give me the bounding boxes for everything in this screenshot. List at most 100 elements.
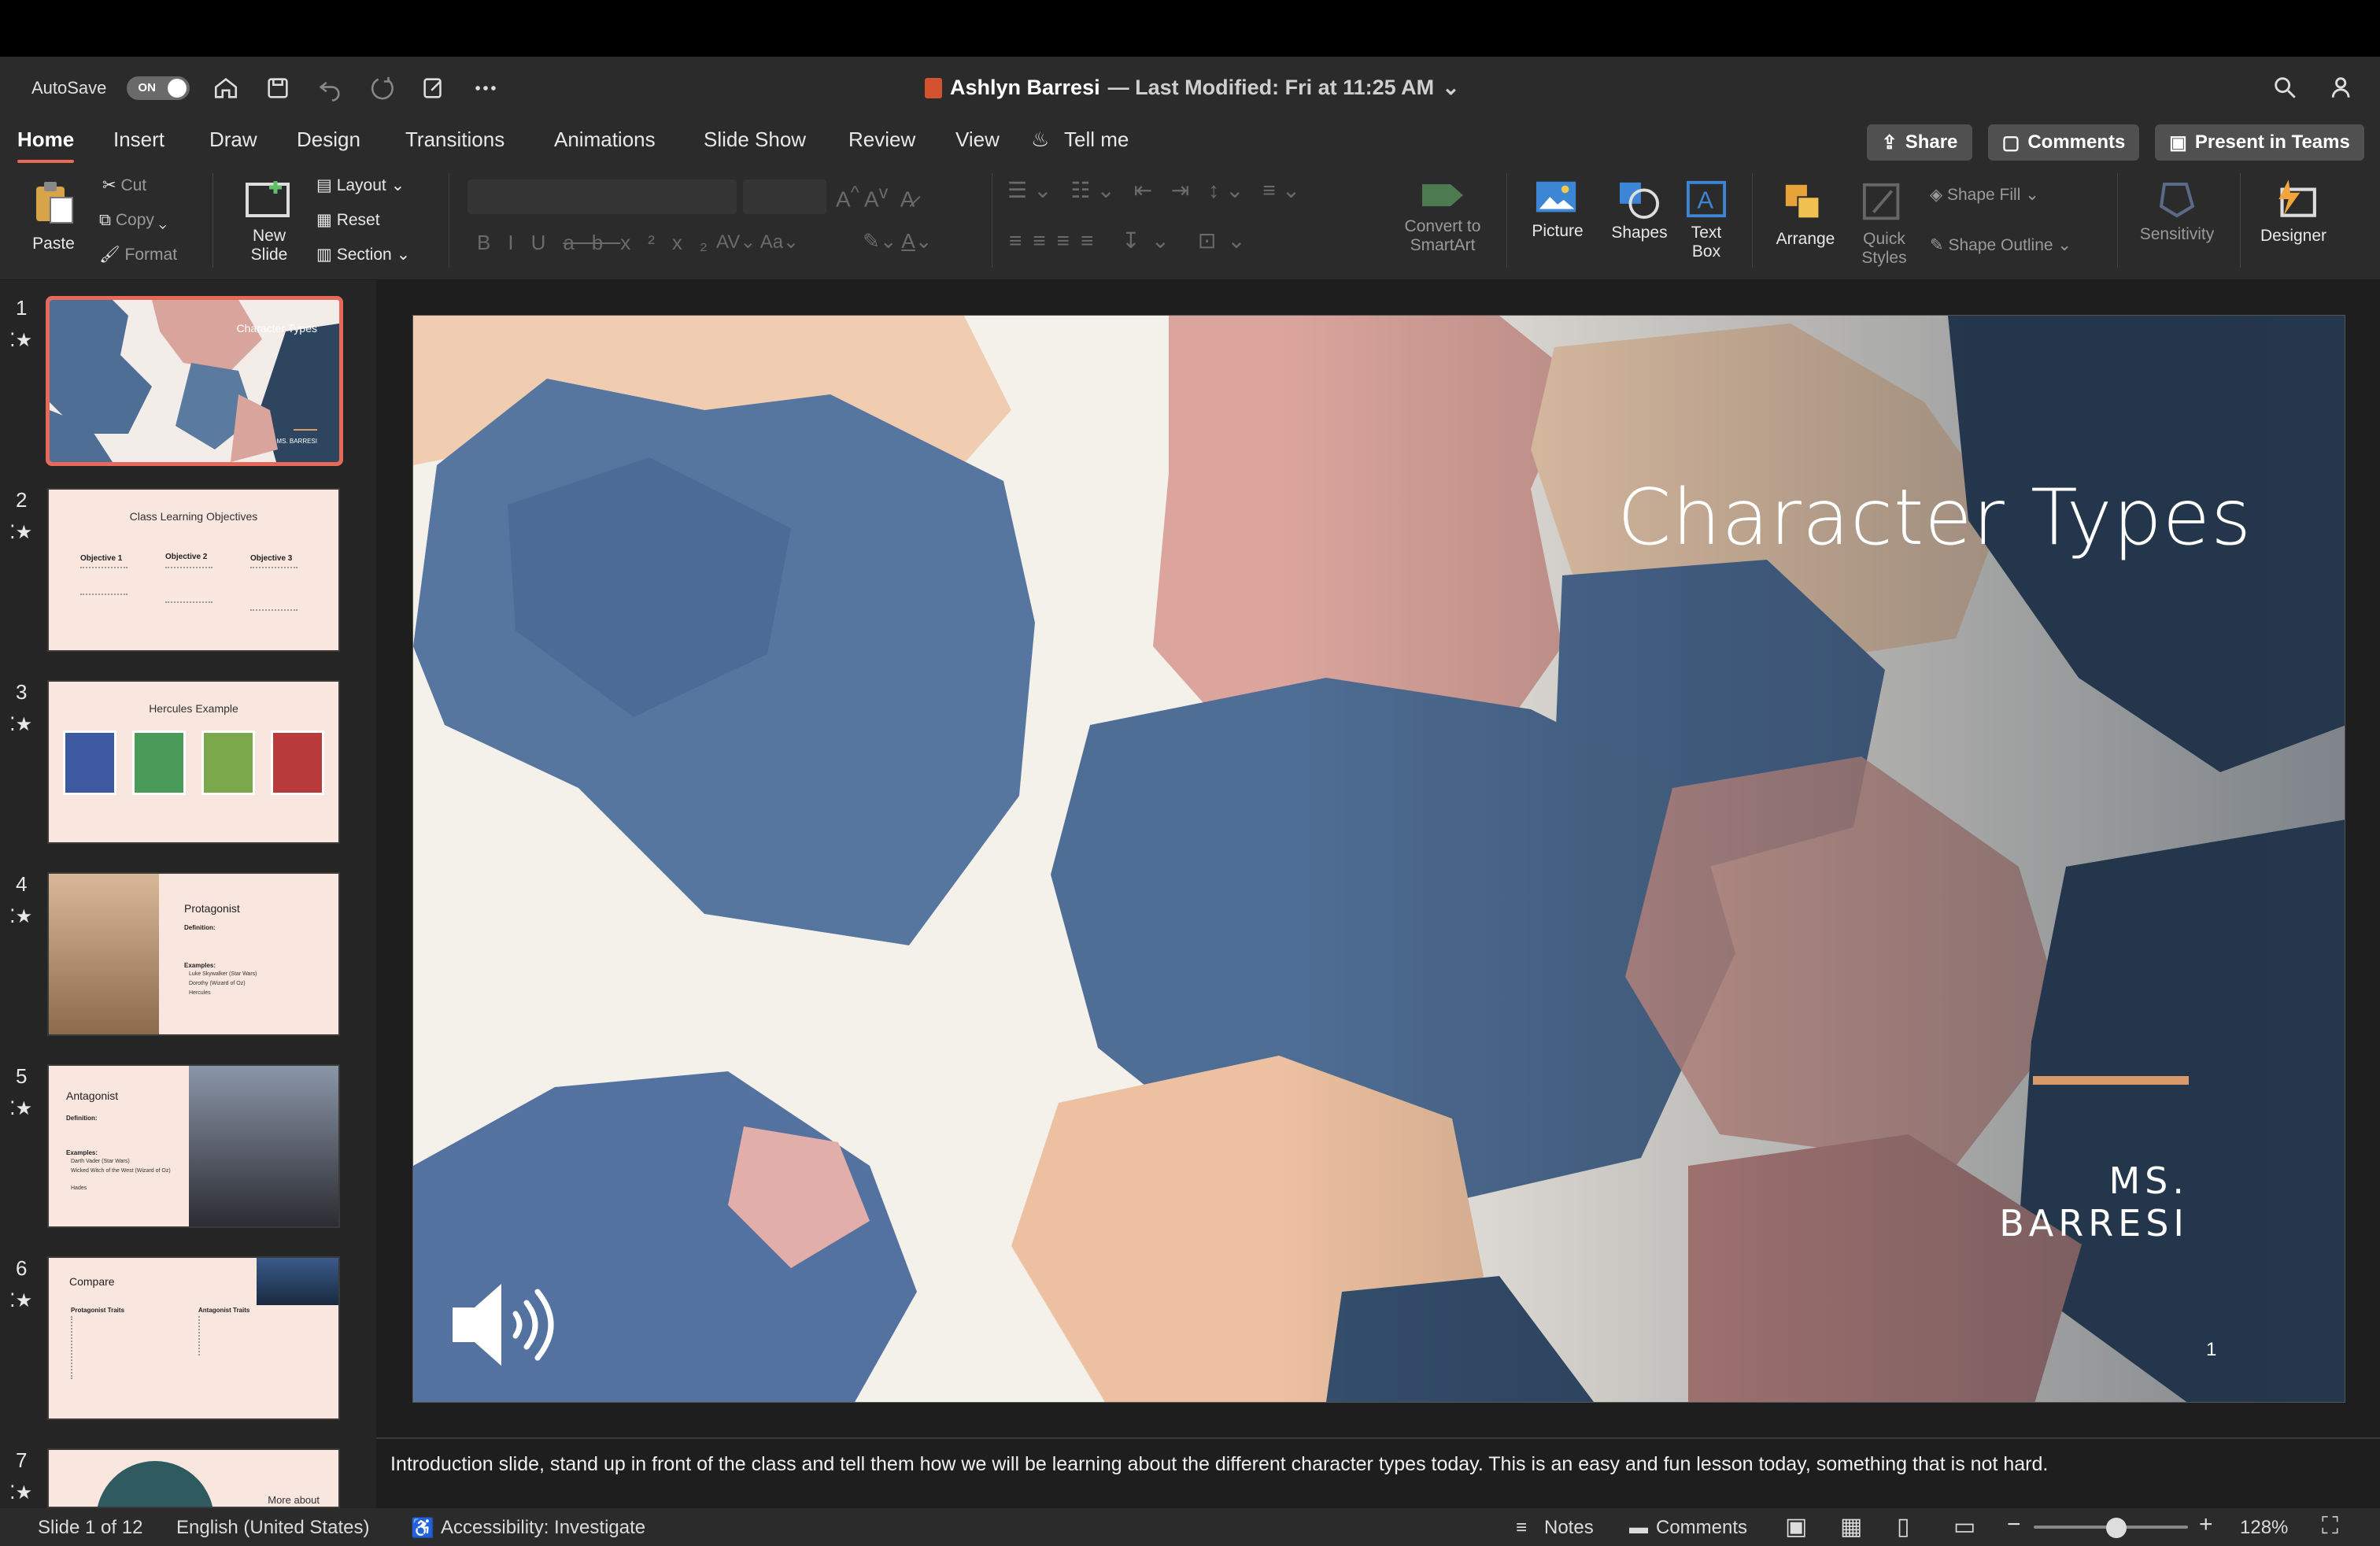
share-person-icon[interactable] [2330,74,2356,101]
slide-sorter-icon[interactable]: ▦ [1840,1513,1862,1540]
notes-pane[interactable]: Introduction slide, stand up in front of… [376,1437,2380,1508]
animation-star-icon: ⁚★ [9,714,33,735]
reset-button[interactable]: ▦ Reset [316,211,380,230]
font-size-icons[interactable]: A^ Av A̷ [836,183,915,210]
shape-outline-button[interactable]: ✎ Shape Outline ⌄ [1930,236,2071,255]
main-slide[interactable]: Character Types MS. BARRESI 1 [412,315,2345,1403]
font-size-box[interactable] [743,179,826,214]
zoom-out-icon[interactable]: − [2007,1511,2021,1538]
convert-smartart-button[interactable]: Convert to SmartArt [1391,178,1494,255]
notes-icon: ≡ [1516,1517,1528,1538]
text-format-icons[interactable]: BIUabx²x₂ [477,232,725,253]
slideshow-view-icon[interactable]: ▭ [1953,1513,1975,1540]
customize-icon[interactable] [418,72,449,104]
sensitivity-button[interactable]: Sensitivity [2130,178,2224,244]
tab-tell-me[interactable]: Tell me [1064,128,1129,152]
format-painter-button[interactable]: 🖌 Format [99,246,177,264]
undo-icon[interactable] [314,72,346,104]
present-in-teams-button[interactable]: ▣ Present in Teams [2155,124,2364,161]
tab-home[interactable]: Home [17,128,75,163]
notes-text[interactable]: Introduction slide, stand up in front of… [390,1453,2048,1476]
slide-thumbnail[interactable]: Character Types MS. BARRESI [46,296,343,466]
slide-thumbnail[interactable]: Hercules Example [47,680,340,844]
font-name-box[interactable] [468,179,737,214]
home-icon[interactable] [210,72,242,104]
slide-thumbnail[interactable]: More about [47,1448,340,1508]
highlight-icon[interactable]: ✎⌄ A⌄ [863,231,933,251]
align-icons[interactable]: ≡≡≡≡ ↧⌄ ⊡⌄ [1009,230,1257,252]
zoom-slider-thumb[interactable] [2106,1518,2127,1538]
layout-button[interactable]: ▤ Layout ⌄ [316,176,405,195]
slide-thumbnail[interactable]: Protagonist Definition: Examples: Luke S… [47,872,340,1036]
text-box-icon: A [1687,180,1726,218]
chevron-down-icon: ⌄ [1442,76,1460,99]
shapes-button[interactable]: Shapes [1604,179,1675,242]
shape-fill-button[interactable]: ◈ Shape Fill ⌄ [1930,186,2039,205]
tab-insert[interactable]: Insert [113,128,164,152]
tab-transitions[interactable]: Transitions [405,128,504,152]
designer-button[interactable]: Designer [2254,176,2333,246]
comment-icon: ▢ [2001,131,2020,153]
slide-thumbnail-panel[interactable]: 1 ⁚★ Character Types MS. BARRESI 2 ⁚★ Cl… [0,280,376,1508]
slide-counter: Slide 1 of 12 [38,1517,143,1538]
scissors-icon: ✂ [102,176,116,194]
ribbon: Paste ✂ Cut ⧉ Copy ⌄ 🖌 Format New Slide … [0,164,2380,280]
picture-button[interactable]: Picture [1522,179,1593,241]
copy-button[interactable]: ⧉ Copy ⌄ [99,211,167,230]
fit-slide-icon[interactable]: ⛶ [2322,1513,2338,1540]
slide-thumbnail[interactable]: Class Learning Objectives Objective 1 Ob… [47,488,340,652]
slide-number: 2 [16,488,28,512]
share-button[interactable]: ⇪ Share [1867,124,1972,161]
picture-icon [1536,181,1576,213]
tab-slide-show[interactable]: Slide Show [704,128,806,152]
arrange-icon [1785,184,1820,220]
tab-review[interactable]: Review [848,128,915,152]
comments-button[interactable]: ▢ Comments [1988,124,2139,161]
slide-title[interactable]: Character Types [1617,473,2252,563]
cut-button[interactable]: ✂ Cut [102,176,146,195]
comment-icon: ▬ [1629,1517,1648,1538]
reading-view-icon[interactable]: ▯ [1897,1513,1910,1540]
animation-star-icon: ⁚★ [9,1290,33,1311]
slide-thumbnail[interactable]: Antagonist Definition: Examples: Darth V… [47,1064,340,1228]
paste-button[interactable]: Paste [22,178,85,253]
tab-design[interactable]: Design [297,128,360,152]
thumb-title: Character Types [236,322,317,335]
tab-view[interactable]: View [955,128,1000,152]
pen-icon: ✎ [1930,236,1944,254]
search-icon[interactable] [2271,74,2298,101]
animation-star-icon: ⁚★ [9,330,33,351]
reset-icon: ▦ [316,211,332,229]
char-spacing-icon[interactable]: AV⌄ Aa⌄ [716,233,799,252]
tab-animations[interactable]: Animations [554,128,656,152]
slide-subtitle[interactable]: MS. BARRESI [1909,1160,2189,1245]
animation-star-icon: ⁚★ [9,906,33,927]
new-slide-button[interactable]: New Slide [230,178,309,264]
more-icon[interactable] [470,72,501,104]
text-box-button[interactable]: A Text Box [1681,179,1731,261]
zoom-in-icon[interactable]: + [2199,1511,2213,1538]
accessibility-button[interactable]: Accessibility: Investigate [441,1517,645,1539]
save-icon[interactable] [262,72,294,104]
slide-thumbnail[interactable]: Compare Protagonist Traits Antagonist Tr… [47,1256,340,1420]
speaker-icon[interactable] [445,1278,563,1372]
document-title[interactable]: Ashlyn Barresi — Last Modified: Fri at 1… [925,76,1460,100]
language-indicator[interactable]: English (United States) [176,1517,369,1539]
tab-draw[interactable]: Draw [209,128,257,152]
notes-button[interactable]: Notes [1544,1517,1594,1539]
slide-number: 4 [16,872,28,896]
status-bar: Slide 1 of 12 English (United States) ♿ … [0,1508,2380,1546]
section-button[interactable]: ▥ Section ⌄ [316,246,410,264]
quick-styles-button[interactable]: Quick Styles [1851,181,1917,268]
arrange-button[interactable]: Arrange [1766,181,1845,249]
redo-icon[interactable] [366,72,397,104]
smartart-icon [1422,184,1463,206]
slide-page-number: 1 [2206,1339,2217,1360]
list-icons[interactable]: ☰⌄ ☷⌄ ⇤ ⇥ ↕⌄ ≡⌄ [1007,179,1306,202]
zoom-level[interactable]: 128% [2240,1517,2288,1539]
autosave-toggle[interactable]: ON [127,76,190,100]
autosave-label: AutoSave [31,78,107,98]
normal-view-icon[interactable]: ▣ [1785,1513,1807,1540]
title-underline [2033,1076,2189,1085]
comments-status-button[interactable]: Comments [1656,1517,1747,1539]
